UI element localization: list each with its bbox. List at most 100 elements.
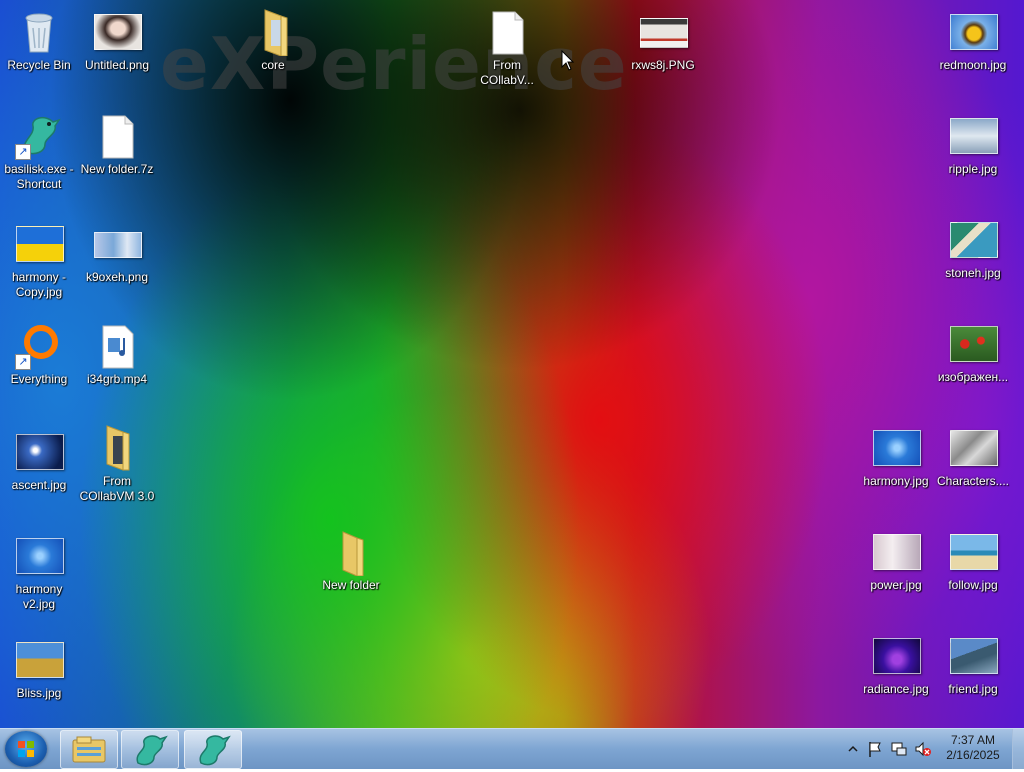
image-file-icon bbox=[15, 636, 64, 684]
desktop-icon-ascent[interactable]: ascent.jpg bbox=[1, 424, 77, 493]
desktop-icon-new-folder-7z[interactable]: New folder.7z bbox=[79, 108, 155, 177]
icon-label: Characters.... bbox=[936, 474, 1010, 488]
desktop-icon-bliss[interactable]: Bliss.jpg bbox=[1, 632, 77, 701]
image-file-icon bbox=[93, 8, 142, 56]
icon-label: Untitled.png bbox=[84, 58, 150, 72]
everything-icon: ↗ bbox=[15, 322, 63, 370]
volume-muted-icon[interactable] bbox=[914, 740, 932, 758]
icon-label: ripple.jpg bbox=[948, 162, 998, 176]
desktop-icon-harmony[interactable]: harmony.jpg bbox=[858, 420, 934, 489]
image-file-icon bbox=[872, 632, 921, 680]
icon-label: harmony v2.jpg bbox=[15, 582, 63, 611]
folder-icon bbox=[327, 528, 375, 577]
shortcut-arrow-icon: ↗ bbox=[15, 144, 31, 160]
desktop-icon-stoneh[interactable]: stoneh.jpg bbox=[935, 212, 1011, 281]
icon-label: изображен... bbox=[937, 370, 1009, 384]
desktop-icon-harmony-v2[interactable]: harmony v2.jpg bbox=[1, 528, 77, 612]
start-button[interactable] bbox=[5, 731, 47, 767]
system-clock[interactable]: 7:37 AM 2/16/2025 bbox=[940, 733, 1006, 763]
icon-label: i34grb.mp4 bbox=[86, 372, 148, 386]
show-hidden-icons-chevron-icon[interactable] bbox=[844, 740, 862, 758]
desktop-icon-core-folder[interactable]: core bbox=[235, 4, 311, 73]
icon-label: redmoon.jpg bbox=[939, 58, 1007, 72]
icon-label: k9oxeh.png bbox=[85, 270, 149, 284]
desktop-icon-harmony-copy[interactable]: harmony - Copy.jpg bbox=[1, 216, 77, 300]
icon-label: radiance.jpg bbox=[863, 682, 929, 696]
shortcut-arrow-icon: ↗ bbox=[15, 354, 31, 370]
folder-icon bbox=[249, 8, 297, 57]
image-file-icon bbox=[15, 428, 64, 476]
network-icon[interactable] bbox=[890, 740, 908, 758]
clock-time: 7:37 AM bbox=[950, 733, 996, 747]
icon-label: From COllabV... bbox=[480, 58, 534, 87]
image-file-icon bbox=[15, 220, 64, 268]
icon-label: follow.jpg bbox=[948, 578, 998, 592]
basilisk-icon: ↗ bbox=[15, 112, 63, 160]
image-file-icon bbox=[949, 632, 998, 680]
desktop-icon-recycle-bin[interactable]: Recycle Bin bbox=[1, 4, 77, 73]
wallpaper-text: eXPerience bbox=[160, 22, 628, 106]
image-file-icon bbox=[949, 424, 998, 472]
desktop-icon-from-collabv[interactable]: From COllabV... bbox=[469, 4, 545, 88]
icon-label: Everything bbox=[10, 372, 68, 386]
icon-label: New folder bbox=[322, 578, 380, 592]
taskbar-explorer-button[interactable] bbox=[60, 730, 118, 769]
basilisk-icon bbox=[136, 735, 168, 766]
action-center-flag-icon[interactable] bbox=[866, 740, 884, 758]
image-file-icon bbox=[949, 528, 998, 576]
desktop-icon-power[interactable]: power.jpg bbox=[858, 524, 934, 593]
icon-label: ascent.jpg bbox=[11, 478, 67, 492]
desktop-icon-redmoon[interactable]: redmoon.jpg bbox=[935, 4, 1011, 73]
image-file-icon bbox=[949, 216, 998, 264]
taskbar: 7:37 AM 2/16/2025 bbox=[0, 728, 1024, 769]
desktop-icon-characters[interactable]: Characters.... bbox=[935, 420, 1011, 489]
icon-label: stoneh.jpg bbox=[945, 266, 1001, 280]
desktop-icon-ripple[interactable]: ripple.jpg bbox=[935, 108, 1011, 177]
icon-label: core bbox=[261, 58, 285, 72]
windows-logo-icon bbox=[18, 741, 34, 757]
icon-label: Recycle Bin bbox=[7, 58, 71, 72]
folder-icon bbox=[93, 424, 141, 472]
explorer-folder-icon bbox=[72, 736, 106, 763]
image-file-icon bbox=[872, 424, 921, 472]
icon-label: power.jpg bbox=[870, 578, 922, 592]
icon-label: harmony.jpg bbox=[863, 474, 929, 488]
desktop-icon-i34grb-mp4[interactable]: i34grb.mp4 bbox=[79, 318, 155, 387]
basilisk-icon bbox=[199, 735, 231, 766]
image-file-icon bbox=[15, 532, 64, 580]
recycle-bin-icon bbox=[15, 8, 63, 56]
desktop[interactable]: eXPerience Recycle Bin ↗ basilisk.exe - … bbox=[0, 0, 1024, 728]
icon-label: rxws8j.PNG bbox=[631, 58, 695, 72]
blank-file-icon bbox=[93, 112, 141, 160]
desktop-icon-from-collabvm-3[interactable]: From COllabVM 3.0 bbox=[79, 420, 155, 504]
icon-label: From COllabVM 3.0 bbox=[79, 474, 155, 503]
desktop-icon-friend[interactable]: friend.jpg bbox=[935, 628, 1011, 697]
taskbar-basilisk-button[interactable] bbox=[121, 730, 179, 769]
clock-date: 2/16/2025 bbox=[946, 748, 1000, 762]
desktop-icon-basilisk-shortcut[interactable]: ↗ basilisk.exe - Shortcut bbox=[1, 108, 77, 192]
desktop-icon-untitled-png[interactable]: Untitled.png bbox=[79, 4, 155, 73]
taskbar-basilisk-button-active[interactable] bbox=[184, 730, 242, 769]
media-file-icon bbox=[93, 322, 141, 370]
image-file-icon bbox=[872, 528, 921, 576]
image-file-icon bbox=[949, 320, 998, 368]
image-file-icon bbox=[949, 112, 998, 160]
desktop-icon-izobrazhen[interactable]: изображен... bbox=[935, 316, 1011, 385]
image-file-icon bbox=[93, 220, 142, 268]
icon-label: basilisk.exe - Shortcut bbox=[4, 162, 74, 191]
desktop-icon-new-folder[interactable]: New folder bbox=[313, 524, 389, 593]
desktop-icon-everything[interactable]: ↗ Everything bbox=[1, 318, 77, 387]
desktop-icon-follow[interactable]: follow.jpg bbox=[935, 524, 1011, 593]
desktop-icon-k9oxeh[interactable]: k9oxeh.png bbox=[79, 216, 155, 285]
icon-label: Bliss.jpg bbox=[16, 686, 62, 700]
desktop-icon-rxws8j[interactable]: rxws8j.PNG bbox=[625, 4, 701, 73]
icon-label: harmony - Copy.jpg bbox=[11, 270, 67, 299]
icon-label: friend.jpg bbox=[948, 682, 998, 696]
blank-file-icon bbox=[483, 8, 531, 56]
image-file-icon bbox=[949, 8, 998, 56]
mouse-cursor-icon bbox=[561, 50, 575, 71]
image-file-icon bbox=[639, 8, 688, 56]
show-desktop-button[interactable] bbox=[1012, 729, 1024, 769]
desktop-icon-radiance[interactable]: radiance.jpg bbox=[858, 628, 934, 697]
icon-label: New folder.7z bbox=[80, 162, 154, 176]
